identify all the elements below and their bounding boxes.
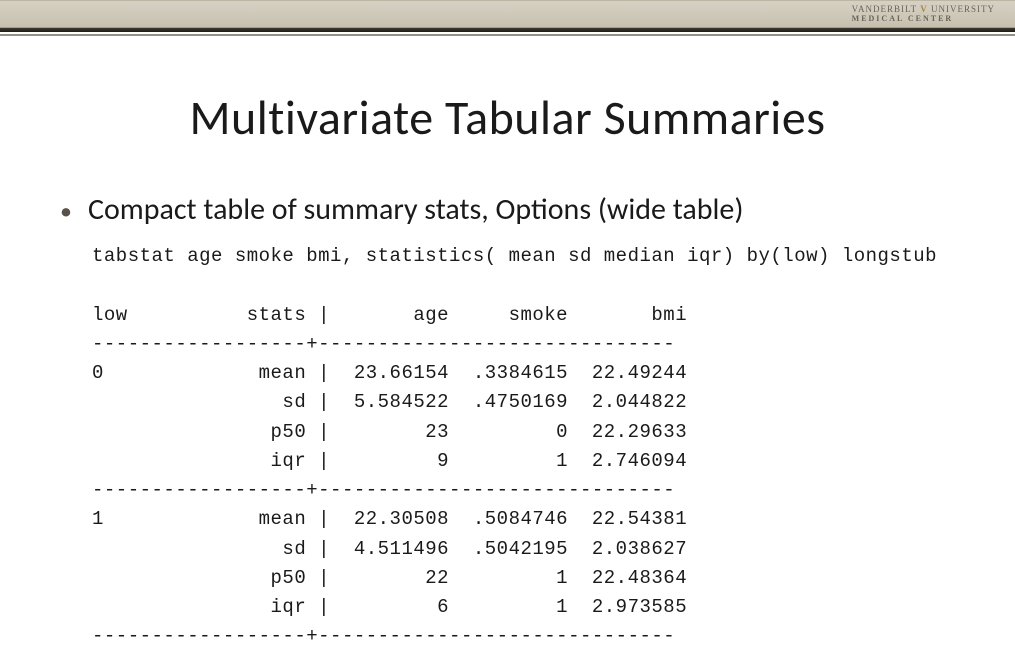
- logo-v-icon: V: [920, 4, 928, 14]
- code-output: tabstat age smoke bmi, statistics( mean …: [92, 242, 1015, 648]
- header-bar: VANDERBILT V UNIVERSITY MEDICAL CENTER: [0, 0, 1015, 28]
- slide-title: Multivariate Tabular Summaries: [0, 88, 1015, 147]
- bullet-dot-icon: •: [60, 200, 72, 224]
- logo-subtext: MEDICAL CENTER: [852, 15, 995, 24]
- header-underline-thin: [0, 34, 1015, 36]
- slide: VANDERBILT V UNIVERSITY MEDICAL CENTER M…: [0, 0, 1015, 648]
- logo-brand-b: UNIVERSITY: [931, 4, 995, 14]
- vanderbilt-logo: VANDERBILT V UNIVERSITY MEDICAL CENTER: [852, 5, 995, 24]
- bullet-item: • Compact table of summary stats, Option…: [60, 191, 1015, 228]
- bullet-text: Compact table of summary stats, Options …: [88, 191, 744, 228]
- slide-body: • Compact table of summary stats, Option…: [0, 191, 1015, 648]
- header-underline-dark: [0, 28, 1015, 32]
- logo-brand-a: VANDERBILT: [852, 4, 917, 14]
